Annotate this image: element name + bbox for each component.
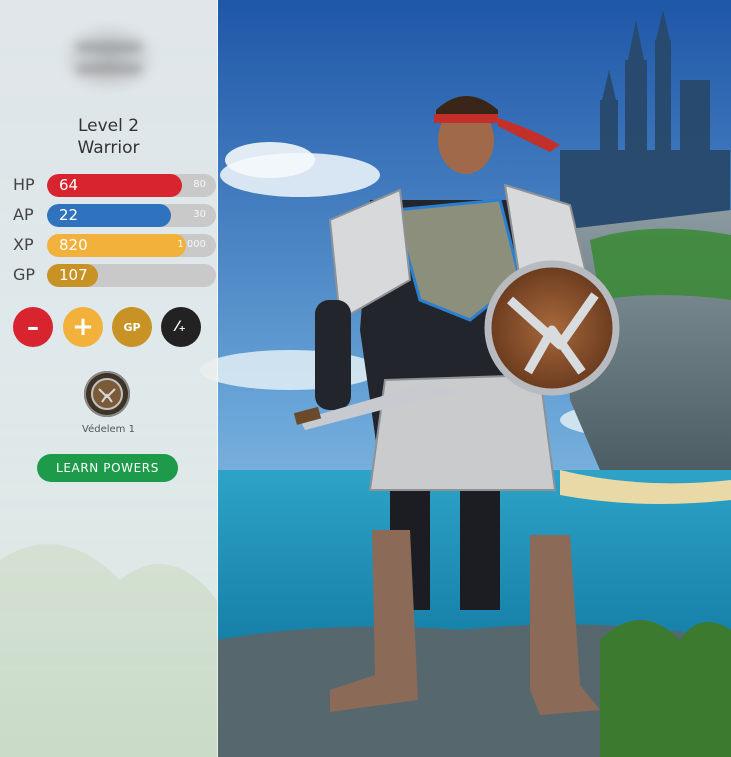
game-frame: Level 2 Warrior HP 64 80 AP 22 30 XP 820 <box>0 0 731 757</box>
ap-max: 30 <box>193 209 206 220</box>
increase-hp-button[interactable]: + <box>63 307 103 347</box>
character-panel: Level 2 Warrior HP 64 80 AP 22 30 XP 820 <box>0 0 218 757</box>
plus-icon: + <box>72 312 94 342</box>
gp-button[interactable]: GP <box>112 307 152 347</box>
power-label: Védelem 1 <box>82 424 135 435</box>
character-level-block: Level 2 Warrior <box>0 115 217 159</box>
percent-icon: ⁄₊ <box>176 319 186 335</box>
stat-label: XP <box>13 235 34 254</box>
stat-label: HP <box>13 175 35 194</box>
quick-actions: – + GP ⁄₊ <box>13 307 205 347</box>
ap-value: 22 <box>59 206 79 224</box>
xp-bar: 820 1 000 <box>47 234 216 257</box>
stat-label: AP <box>13 205 34 224</box>
stat-row-hp: HP 64 80 <box>13 174 216 198</box>
level-text: Level 2 <box>77 116 140 136</box>
xp-max: 1 000 <box>177 239 206 250</box>
learn-powers-button[interactable]: LEARN POWERS <box>37 454 178 482</box>
shield-power-glyph <box>91 378 123 410</box>
cloud <box>200 350 380 390</box>
cloud <box>225 142 315 178</box>
stat-row-gp: GP 107 <box>13 264 216 288</box>
hp-value: 64 <box>59 176 79 194</box>
decrease-hp-button[interactable]: – <box>13 307 53 347</box>
gp-value: 107 <box>59 266 88 284</box>
ap-bar: 22 30 <box>47 204 216 227</box>
blurred-username <box>62 24 156 92</box>
gp-bar: 107 <box>47 264 216 287</box>
xp-value: 820 <box>59 236 88 254</box>
foreground-plants <box>600 620 731 757</box>
stat-row-xp: XP 820 1 000 <box>13 234 216 258</box>
ratio-button[interactable]: ⁄₊ <box>161 307 201 347</box>
gp-icon: GP <box>123 320 141 334</box>
hp-max: 80 <box>193 179 206 190</box>
hp-bar: 64 80 <box>47 174 216 197</box>
class-text: Warrior <box>77 138 140 158</box>
stat-row-ap: AP 22 30 <box>13 204 216 228</box>
minus-icon: – <box>27 313 39 341</box>
foliage <box>590 228 731 300</box>
shield-power-icon[interactable] <box>84 371 130 417</box>
stat-label: GP <box>13 265 36 284</box>
